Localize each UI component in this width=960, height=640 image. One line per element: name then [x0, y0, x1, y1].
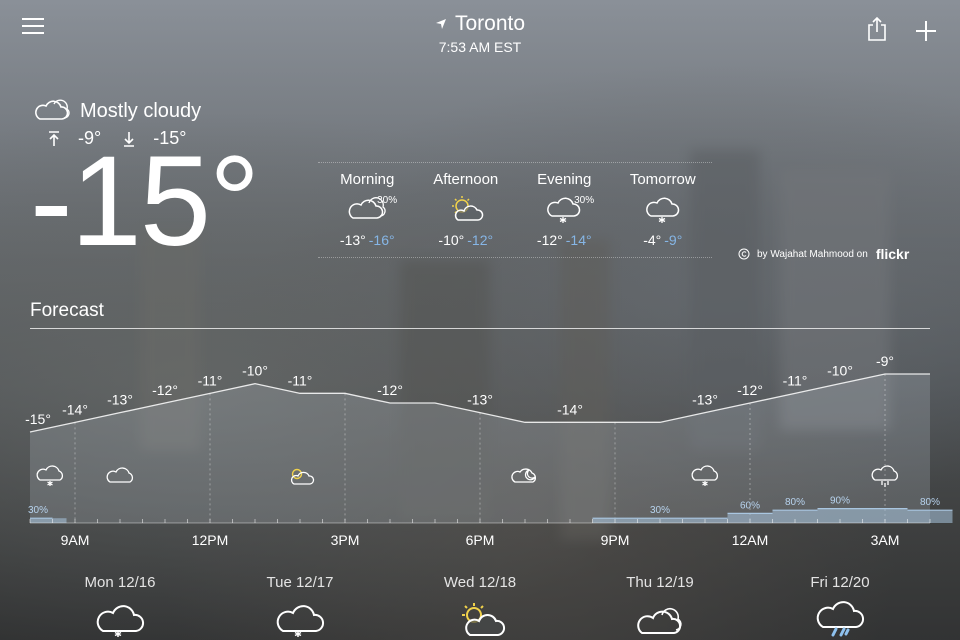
period-low: -16°: [368, 232, 395, 248]
precip-label: 80%: [785, 497, 805, 508]
day-label: Fri 12/20: [810, 574, 870, 591]
partly-sunny-icon: [451, 196, 484, 221]
snow-cloud-icon: [276, 605, 325, 637]
precip-label: 80%: [920, 497, 940, 508]
temperature-label: -12°: [737, 382, 763, 398]
temperature-label: -9°: [876, 353, 894, 369]
day-item[interactable]: Tue 12/17: [210, 574, 390, 637]
period-high: -12°: [536, 232, 563, 248]
period-name: Morning: [340, 171, 395, 188]
day-label: Mon 12/16: [84, 574, 156, 591]
condition-text: Mostly cloudy: [80, 99, 202, 122]
period-evening: Evening 30% -12° -14°: [515, 163, 614, 257]
precip-label: 30%: [28, 505, 48, 516]
forecast-heading: Forecast: [30, 300, 104, 321]
temperature-label: -14°: [557, 401, 583, 417]
temperature-label: -13°: [107, 392, 133, 408]
time-tick-label: 3PM: [331, 532, 360, 548]
temperature-label: -13°: [467, 392, 493, 408]
rain-cloud-icon: [816, 601, 865, 637]
day-item[interactable]: Fri 12/20: [750, 574, 930, 637]
time-tick-label: 6PM: [466, 532, 495, 548]
precip-chance: 30%: [574, 195, 595, 206]
partly-cloudy-icon: [35, 99, 70, 120]
current-condition: Mostly cloudy: [32, 98, 201, 124]
day-item[interactable]: Thu 12/19: [570, 574, 750, 637]
precip-label: 30%: [650, 505, 670, 516]
plus-icon[interactable]: [914, 19, 938, 43]
temperature-label: -10°: [242, 363, 268, 379]
period-morning: Morning 30% -13° -16°: [318, 163, 417, 257]
time-tick-label: 3AM: [871, 532, 900, 548]
snow-cloud-icon: [645, 197, 679, 223]
hourly-forecast-chart[interactable]: 30% 30% 60% 80% 90% 80% -15° -14° -13° -12° -11° -1…: [0, 340, 960, 560]
location-arrow-icon: [435, 19, 446, 29]
precip-bar: [30, 518, 67, 523]
temperature-label: -13°: [692, 392, 718, 408]
temperature-label: -11°: [783, 372, 808, 388]
period-tomorrow: Tomorrow -4° -9°: [614, 163, 713, 257]
day-label: Thu 12/19: [626, 574, 694, 591]
time-tick-label: 9PM: [601, 532, 630, 548]
temperature-label: -10°: [827, 363, 853, 379]
local-time: 7:53 AM EST: [438, 39, 522, 55]
day-label: Wed 12/18: [443, 574, 517, 591]
period-high: -13°: [339, 232, 366, 248]
day-label: Tue 12/17: [266, 574, 334, 591]
top-bar: Toronto 7:53 AM EST: [0, 0, 960, 62]
temperature-label: -12°: [377, 382, 403, 398]
time-tick-label: 9AM: [61, 532, 90, 548]
copyright-icon: [738, 248, 750, 260]
period-summary: Morning 30% -13° -16° Afternoon -10° -12° …: [318, 162, 712, 258]
period-low: -12°: [467, 232, 494, 248]
period-high: -10°: [438, 232, 465, 248]
period-low: -14°: [565, 232, 592, 248]
precip-label: 90%: [830, 496, 850, 507]
temperature-label: -12°: [152, 382, 178, 398]
period-low: -9°: [664, 232, 683, 248]
city-name[interactable]: Toronto: [0, 12, 960, 36]
period-name: Tomorrow: [629, 171, 696, 188]
photo-credit[interactable]: by Wajahat Mahmood on flickr: [738, 246, 909, 262]
flickr-logo[interactable]: flickr: [876, 246, 909, 262]
forecast-divider: [30, 328, 930, 329]
credit-text: by Wajahat Mahmood on: [757, 248, 868, 260]
daily-forecast: Mon 12/16 Tue 12/17 Wed 12/18 Thu 12/19 …: [30, 574, 930, 637]
cloud-icon: [637, 607, 682, 634]
temperature-label: -15°: [25, 411, 51, 427]
temperature-label: -11°: [288, 372, 313, 388]
partly-sunny-icon: [462, 603, 506, 636]
day-item[interactable]: Wed 12/18: [390, 574, 570, 637]
precip-label: 60%: [740, 500, 760, 511]
time-tick-label: 12PM: [192, 532, 229, 548]
day-item[interactable]: Mon 12/16: [30, 574, 210, 637]
snow-cloud-icon: [96, 605, 145, 637]
period-high: -4°: [643, 232, 662, 248]
temperature-label: -14°: [62, 401, 88, 417]
city-label: Toronto: [454, 12, 526, 35]
period-name: Evening: [537, 171, 592, 188]
precip-chance: 30%: [377, 195, 398, 206]
temperature-label: -11°: [198, 372, 223, 388]
current-temperature: -15°: [30, 130, 260, 273]
period-name: Afternoon: [433, 171, 499, 188]
time-tick-label: 12AM: [732, 532, 769, 548]
period-afternoon: Afternoon -10° -12°: [417, 163, 516, 257]
share-icon[interactable]: [866, 16, 888, 42]
